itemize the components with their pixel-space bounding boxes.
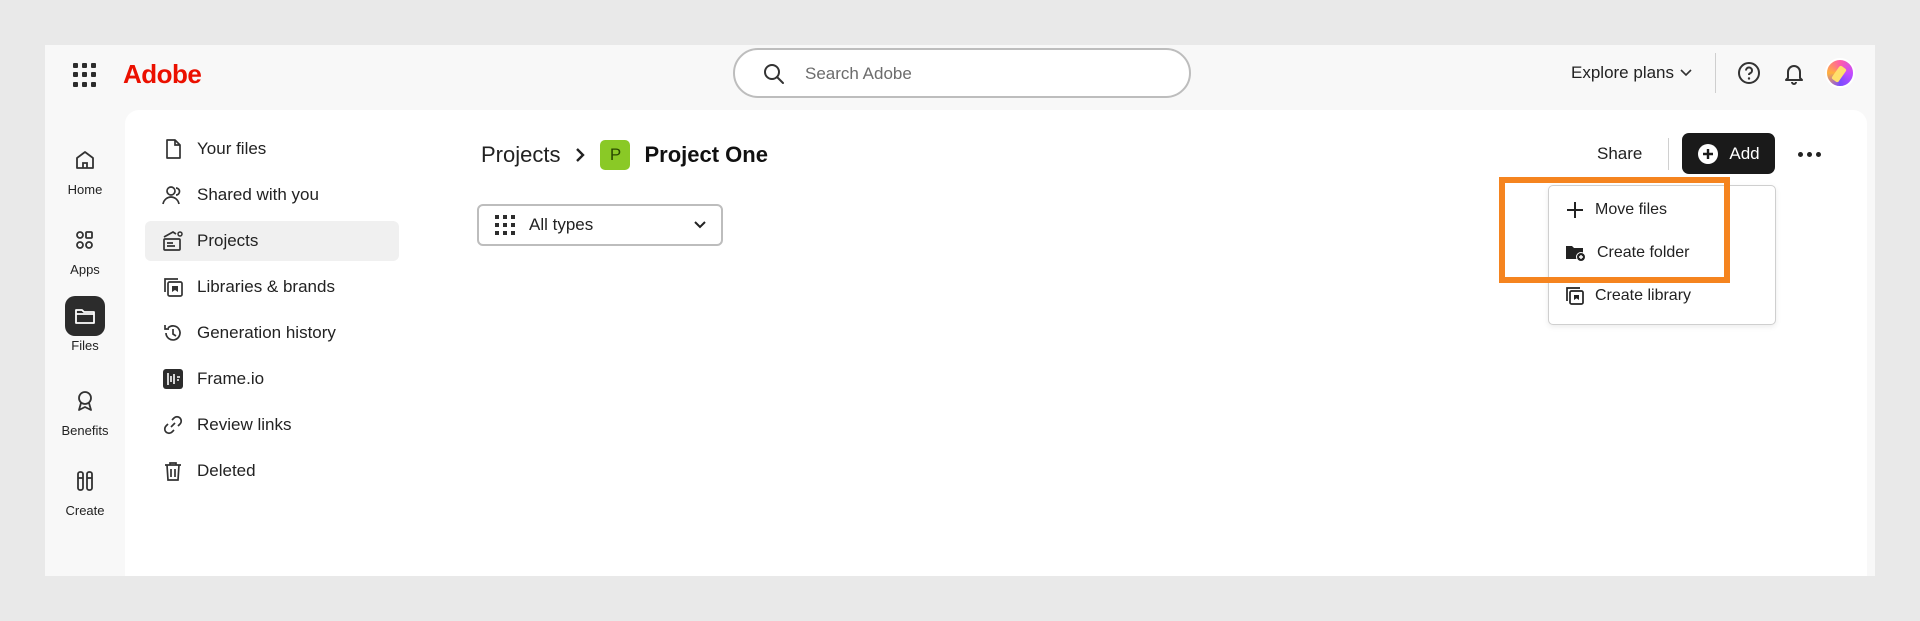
rail-item-files[interactable]: Files <box>45 296 125 353</box>
chevron-down-icon <box>694 221 706 229</box>
create-icon <box>77 471 93 491</box>
grid-icon <box>495 215 515 235</box>
help-icon[interactable] <box>1736 60 1762 86</box>
file-icon <box>166 139 181 159</box>
menu-item-create-folder[interactable]: Create folder <box>1549 235 1775 271</box>
avatar[interactable] <box>1825 58 1855 88</box>
search-icon <box>764 64 784 84</box>
move-icon <box>1567 202 1583 218</box>
menu-item-move-files[interactable]: Move files <box>1549 192 1775 228</box>
nav-item-deleted[interactable]: Deleted <box>145 451 399 491</box>
nav-item-frameio[interactable]: Frame.io <box>145 359 399 399</box>
trash-icon <box>165 462 181 481</box>
history-icon <box>164 325 181 341</box>
nav-label: Frame.io <box>197 369 265 388</box>
rail-item-apps[interactable]: Apps <box>45 220 125 277</box>
search-bar[interactable] <box>733 48 1191 98</box>
create-folder-icon <box>1566 246 1586 262</box>
bell-icon[interactable] <box>1781 60 1807 86</box>
adobe-logo[interactable]: Adobe <box>123 59 202 90</box>
add-button-label: Add <box>1729 143 1760 163</box>
type-filter-value: All types <box>529 215 594 234</box>
rail-item-home[interactable]: Home <box>45 140 125 197</box>
home-icon <box>76 151 94 169</box>
ribbon-icon <box>78 391 92 411</box>
nav-item-shared[interactable]: Shared with you <box>145 175 399 215</box>
page-title: Project One <box>644 142 768 167</box>
nav-item-projects[interactable]: Projects <box>145 221 399 261</box>
app-switcher-icon[interactable] <box>73 63 97 87</box>
nav-label: Generation history <box>197 323 336 342</box>
projects-icon <box>163 231 183 251</box>
nav-item-libraries[interactable]: Libraries & brands <box>145 267 399 307</box>
nav-label: Libraries & brands <box>197 277 335 296</box>
share-button[interactable]: Share <box>1583 134 1656 174</box>
nav-item-generation-history[interactable]: Generation history <box>145 313 399 353</box>
rail-label: Benefits <box>61 423 109 438</box>
menu-item-label: Create folder <box>1597 244 1690 261</box>
add-button[interactable]: Add <box>1682 133 1775 174</box>
breadcrumb: Projects P Project One <box>481 140 768 170</box>
nav-label: Review links <box>197 415 292 434</box>
add-menu: Move files Create folder Create library <box>1548 185 1776 325</box>
plus-circle-icon <box>1698 143 1719 164</box>
main-panel: Your files Shared with you Projects Libr… <box>125 110 1867 576</box>
type-filter-dropdown[interactable]: All types <box>477 204 723 246</box>
rail-label: Apps <box>70 262 100 277</box>
chevron-down-icon <box>1680 69 1692 77</box>
more-options-icon[interactable] <box>1793 138 1825 170</box>
apps-icon <box>76 231 93 249</box>
nav-label: Shared with you <box>197 185 319 204</box>
divider <box>1715 53 1716 93</box>
breadcrumb-projects-link[interactable]: Projects <box>481 142 560 168</box>
folder-icon <box>75 309 95 324</box>
app-window: Adobe Explore plans Home Apps Files Bene… <box>45 45 1875 576</box>
rail-label: Files <box>71 338 99 353</box>
menu-item-create-library[interactable]: Create library <box>1549 278 1775 314</box>
nav-item-your-files[interactable]: Your files <box>145 129 399 169</box>
rail-item-benefits[interactable]: Benefits <box>45 381 125 438</box>
chevron-right-icon <box>576 148 586 162</box>
nav-label: Projects <box>197 231 259 250</box>
menu-item-label: Move files <box>1595 201 1668 218</box>
nav-item-review-links[interactable]: Review links <box>145 405 399 445</box>
explore-plans-label: Explore plans <box>1571 63 1675 82</box>
rail-label: Create <box>65 503 105 518</box>
menu-item-label: Create library <box>1595 287 1692 304</box>
nav-label: Deleted <box>197 461 256 480</box>
divider <box>1668 138 1669 170</box>
project-badge: P <box>600 140 631 170</box>
search-input[interactable] <box>805 62 1165 86</box>
explore-plans-button[interactable]: Explore plans <box>1571 63 1692 83</box>
rail-label: Home <box>67 182 103 197</box>
library-icon <box>164 278 183 297</box>
frameio-icon <box>163 369 183 389</box>
shared-users-icon <box>162 186 181 205</box>
link-icon <box>163 415 183 435</box>
nav-label: Your files <box>197 139 267 158</box>
rail-item-create[interactable]: Create <box>45 461 125 518</box>
create-library-icon <box>1566 287 1584 305</box>
